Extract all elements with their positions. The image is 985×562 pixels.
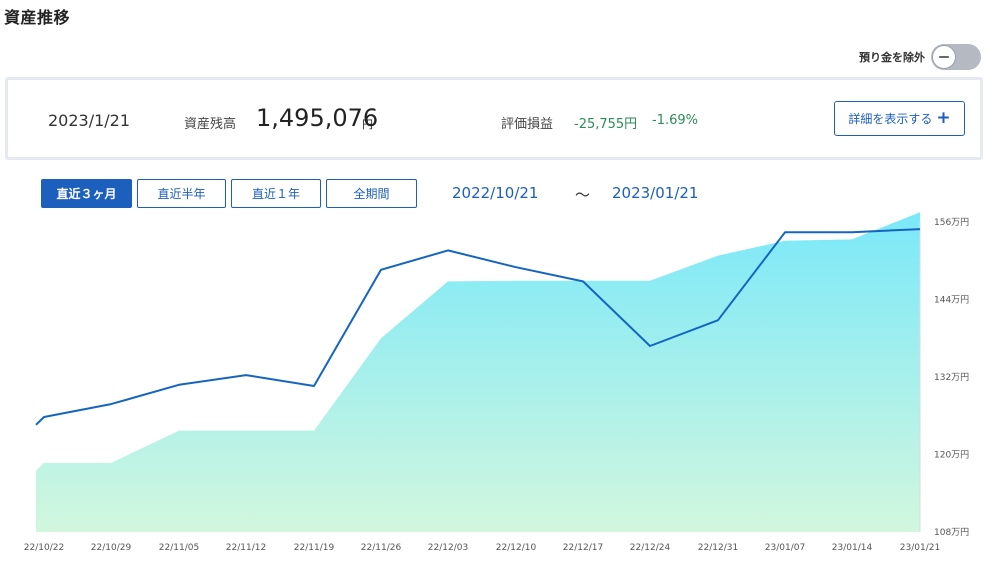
y-tick-label: 120万円 [934, 450, 969, 461]
y-tick-label: 108万円 [934, 527, 969, 538]
balance-label: 資産残高 [184, 117, 237, 132]
show-details-button[interactable]: 詳細を表示する + [834, 101, 965, 136]
y-tick-label: 156万円 [934, 217, 969, 228]
page-title: 資産推移 [4, 8, 71, 27]
area-series [36, 212, 920, 533]
asset-summary-card: 2023/1/21 資産残高 1,495,076 円 評価損益 -25,755円… [5, 77, 983, 160]
x-tick-label: 22/11/05 [159, 543, 199, 553]
range-start-date[interactable]: 2022/10/21 [452, 184, 538, 202]
balance-value: 1,495,076 [256, 104, 379, 132]
show-details-label: 詳細を表示する [848, 112, 933, 126]
tab-3-months[interactable]: 直近３ヶ月 [41, 179, 132, 208]
x-tick-label: 22/11/12 [226, 543, 266, 553]
exclude-deposit-toggle[interactable] [931, 44, 981, 70]
x-tick-label: 22/12/31 [698, 543, 738, 553]
x-tick-label: 22/12/03 [428, 543, 468, 553]
x-tick-label: 22/11/19 [294, 543, 335, 553]
x-tick-label: 22/12/10 [496, 543, 537, 553]
x-tick-label: 22/10/22 [24, 543, 64, 553]
x-tick-label: 23/01/14 [832, 543, 873, 553]
x-tick-label: 23/01/21 [900, 543, 940, 553]
range-end-date[interactable]: 2023/01/21 [612, 184, 698, 202]
range-separator: ～ [575, 186, 591, 204]
x-tick-label: 23/01/07 [765, 543, 805, 553]
x-tick-label: 22/10/29 [91, 543, 132, 553]
y-tick-label: 132万円 [934, 372, 969, 383]
exclude-deposit-label: 預り金を除外 [859, 51, 925, 64]
tab-6-months[interactable]: 直近半年 [137, 179, 226, 208]
y-tick-label: 144万円 [934, 295, 969, 306]
plus-icon: + [936, 108, 951, 128]
tab-all-period[interactable]: 全期間 [326, 179, 417, 208]
exclude-deposit-toggle-group: 預り金を除外 [859, 44, 981, 70]
profit-loss-percent: -1.69% [652, 113, 698, 128]
x-tick-label: 22/11/26 [361, 543, 402, 553]
balance-unit: 円 [362, 118, 373, 131]
x-tick-label: 22/12/17 [563, 543, 603, 553]
period-tabs: 直近３ヶ月 直近半年 直近１年 全期間 [41, 179, 417, 208]
toggle-knob-minus-icon [932, 45, 956, 69]
tab-1-year[interactable]: 直近１年 [231, 179, 321, 208]
summary-date: 2023/1/21 [48, 111, 131, 130]
x-tick-label: 22/12/24 [630, 543, 671, 553]
profit-loss-label: 評価損益 [501, 117, 554, 132]
profit-loss-value: -25,755円 [574, 117, 638, 132]
asset-history-chart: 156万円 144万円 132万円 120万円 108万円 22/10/22 22/10/… [24, 212, 969, 553]
